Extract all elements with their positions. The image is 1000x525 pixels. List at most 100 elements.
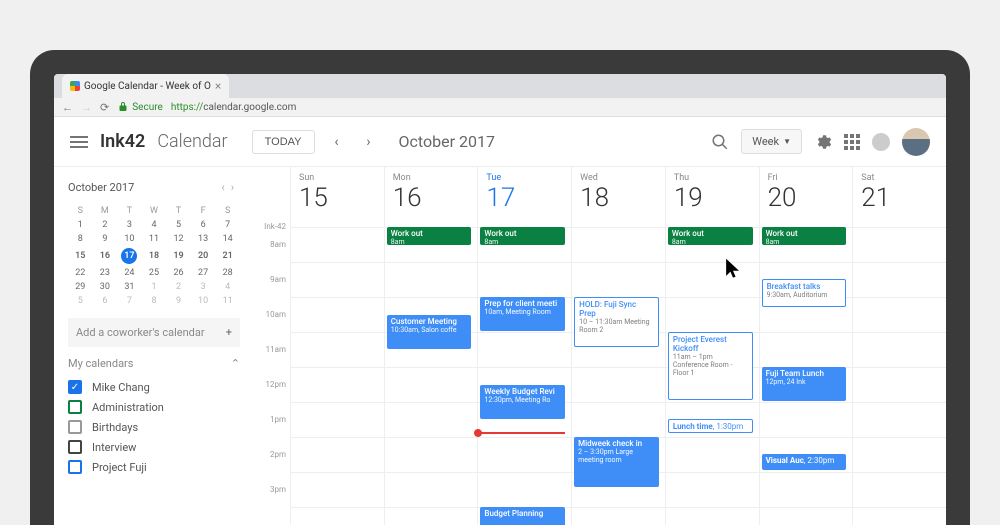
event[interactable]: HOLD: Fuji Sync Prep10 – 11:30am Meeting… (574, 297, 659, 347)
day-slots[interactable]: Work out8am Prep for client meeti10am, Me… (478, 227, 571, 525)
add-coworker-input[interactable]: Add a coworker's calendar + (68, 318, 240, 347)
mini-day[interactable]: 5 (166, 218, 191, 232)
day-slots[interactable]: Work out8am Customer Meeting10:30am, Salo… (385, 227, 478, 525)
day-column[interactable]: Mon16Work out8amCustomer Meeting10:30am,… (384, 167, 478, 525)
gear-icon[interactable] (814, 133, 832, 151)
mini-nav[interactable]: ‹› (221, 181, 240, 194)
event[interactable]: Breakfast talks9:30am, Auditorium (762, 279, 847, 307)
day-column[interactable]: Sat21 (852, 167, 946, 525)
forward-icon[interactable]: → (81, 101, 92, 114)
mini-day[interactable]: 3 (191, 280, 216, 294)
mini-day[interactable]: 10 (191, 294, 216, 308)
avatar[interactable] (902, 128, 930, 156)
apps-icon[interactable] (844, 134, 860, 150)
calendar-item[interactable]: Mike Chang (68, 380, 240, 394)
checkbox[interactable] (68, 440, 82, 454)
event[interactable]: Midweek check in2 – 3:30pm Large meeting… (574, 437, 659, 487)
mini-day[interactable]: 7 (117, 294, 142, 308)
reload-icon[interactable]: ⟳ (100, 101, 109, 114)
menu-icon[interactable] (70, 133, 88, 151)
checkbox[interactable] (68, 420, 82, 434)
mini-day[interactable]: 26 (166, 266, 191, 280)
checkbox[interactable] (68, 380, 82, 394)
mini-day[interactable]: 30 (93, 280, 118, 294)
mini-day[interactable]: 4 (215, 280, 240, 294)
next-week-icon[interactable]: › (359, 134, 379, 150)
mini-day[interactable]: 2 (166, 280, 191, 294)
event[interactable]: Budget Planning (480, 507, 565, 525)
day-slots[interactable]: Work out8am Breakfast talks9:30am, Audito… (760, 227, 853, 525)
calendar-item[interactable]: Birthdays (68, 420, 240, 434)
day-column[interactable]: Wed18HOLD: Fuji Sync Prep10 – 11:30am Me… (571, 167, 665, 525)
mini-day[interactable]: 31 (117, 280, 142, 294)
mini-day[interactable]: 9 (166, 294, 191, 308)
event[interactable]: Visual Auc, 2:30pm (762, 454, 847, 470)
mini-day[interactable]: 14 (215, 232, 240, 246)
event[interactable]: Work out8am (387, 227, 472, 245)
mini-day[interactable]: 2 (93, 218, 118, 232)
mini-day[interactable]: 17 (117, 246, 142, 266)
mini-day[interactable]: 23 (93, 266, 118, 280)
day-slots[interactable] (853, 227, 946, 525)
mini-day[interactable]: 28 (215, 266, 240, 280)
plus-icon[interactable]: + (226, 326, 232, 339)
mini-day[interactable]: 11 (215, 294, 240, 308)
mini-day[interactable]: 25 (142, 266, 167, 280)
mini-day[interactable]: 1 (68, 218, 93, 232)
mini-day[interactable]: 15 (68, 246, 93, 266)
event[interactable]: Prep for client meeti10am, Meeting Room (480, 297, 565, 331)
day-column[interactable]: Thu19Work out8amProject Everest Kickoff1… (665, 167, 759, 525)
checkbox[interactable] (68, 460, 82, 474)
event[interactable]: Work out8am (762, 227, 847, 245)
mini-day[interactable]: 10 (117, 232, 142, 246)
mini-day[interactable]: 1 (142, 280, 167, 294)
mini-day[interactable]: 13 (191, 232, 216, 246)
mini-day[interactable]: 12 (166, 232, 191, 246)
event[interactable]: Customer Meeting10:30am, Salon coffe (387, 315, 472, 349)
mini-day[interactable]: 5 (68, 294, 93, 308)
back-icon[interactable]: ← (62, 101, 73, 114)
prev-week-icon[interactable]: ‹ (327, 134, 347, 150)
event[interactable]: Work out8am (480, 227, 565, 245)
mini-day[interactable]: 20 (191, 246, 216, 266)
mini-day[interactable]: 3 (117, 218, 142, 232)
mini-day[interactable]: 6 (93, 294, 118, 308)
day-column[interactable]: Sun15 (290, 167, 384, 525)
event[interactable]: Project Everest Kickoff11am – 1pm Confer… (668, 332, 753, 400)
mini-day[interactable]: 8 (142, 294, 167, 308)
mini-day[interactable]: 8 (68, 232, 93, 246)
calendar-item[interactable]: Project Fuji (68, 460, 240, 474)
mini-day[interactable]: 24 (117, 266, 142, 280)
today-button[interactable]: TODAY (252, 130, 315, 154)
mini-day[interactable]: 4 (142, 218, 167, 232)
day-slots[interactable]: Work out8am Project Everest Kickoff11am –… (666, 227, 759, 525)
day-slots[interactable] (291, 227, 384, 525)
mini-day[interactable]: 7 (215, 218, 240, 232)
notifications-icon[interactable] (872, 133, 890, 151)
event[interactable]: Work out8am (668, 227, 753, 245)
browser-tab[interactable]: Google Calendar - Week of O × (62, 74, 229, 98)
event[interactable]: Lunch time, 1:30pm (668, 419, 753, 433)
day-column[interactable]: Fri20Work out8amBreakfast talks9:30am, A… (759, 167, 853, 525)
mini-day[interactable]: 27 (191, 266, 216, 280)
mini-day[interactable]: 22 (68, 266, 93, 280)
mini-calendar[interactable]: SMTWTFS 12345678910111213141516171819202… (68, 204, 240, 308)
my-calendars-toggle[interactable]: My calendars ⌃ (68, 357, 240, 370)
mini-day[interactable]: 11 (142, 232, 167, 246)
checkbox[interactable] (68, 400, 82, 414)
mini-day[interactable]: 19 (166, 246, 191, 266)
url-text[interactable]: https://calendar.google.com (171, 102, 297, 113)
mini-day[interactable]: 29 (68, 280, 93, 294)
mini-day[interactable]: 16 (93, 246, 118, 266)
search-icon[interactable] (711, 133, 729, 151)
calendar-item[interactable]: Administration (68, 400, 240, 414)
event[interactable]: Weekly Budget Revi12:30pm, Meeting Ro (480, 385, 565, 419)
day-column[interactable]: Tue17Work out8amPrep for client meeti10a… (477, 167, 571, 525)
mini-day[interactable]: 9 (93, 232, 118, 246)
close-icon[interactable]: × (215, 79, 221, 93)
mini-day[interactable]: 6 (191, 218, 216, 232)
view-selector[interactable]: Week ▼ (741, 129, 802, 154)
day-slots[interactable]: HOLD: Fuji Sync Prep10 – 11:30am Meeting… (572, 227, 665, 525)
mini-day[interactable]: 18 (142, 246, 167, 266)
event[interactable]: Fuji Team Lunch12pm, 24 Ink (762, 367, 847, 401)
